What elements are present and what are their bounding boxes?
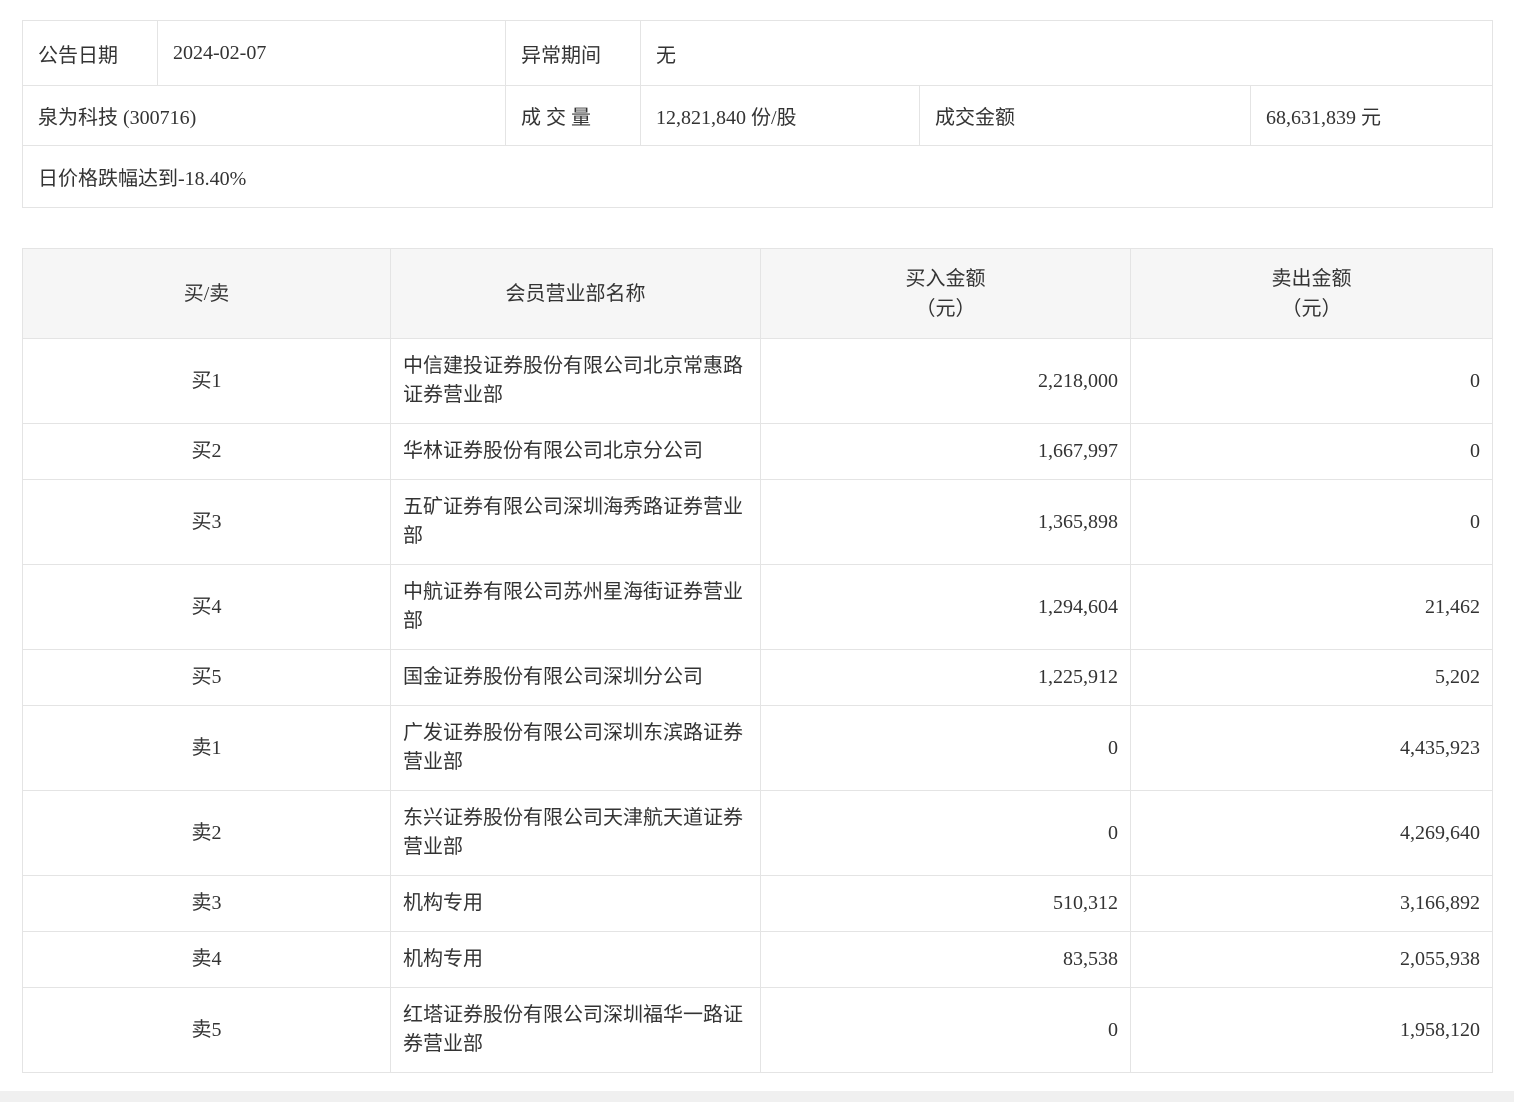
sell-amount-cell: 5,202 (1130, 649, 1493, 706)
turnover-label: 成交金额 (919, 85, 1251, 146)
info-row-reason: 日价格跌幅达到-18.40% (22, 145, 1493, 208)
sell-amount-cell: 4,435,923 (1130, 705, 1493, 791)
branch-name-cell: 红塔证券股份有限公司深圳福华一路证券营业部 (390, 987, 761, 1073)
sell-amount-cell: 21,462 (1130, 564, 1493, 650)
disclosure-page: 公告日期 2024-02-07 异常期间 无 泉为科技 (300716) 成 交… (0, 0, 1514, 1102)
branch-name-cell: 广发证券股份有限公司深圳东滨路证券营业部 (390, 705, 761, 791)
buy-amount-cell: 0 (760, 790, 1131, 876)
branch-name-cell: 华林证券股份有限公司北京分公司 (390, 423, 761, 480)
table-row: 卖1 广发证券股份有限公司深圳东滨路证券营业部 0 4,435,923 (22, 705, 1493, 791)
buy-amount-cell: 1,225,912 (760, 649, 1131, 706)
sell-amount-cell: 0 (1130, 338, 1493, 424)
branch-name-cell: 中信建投证券股份有限公司北京常惠路证券营业部 (390, 338, 761, 424)
col-header-branch: 会员营业部名称 (390, 248, 761, 339)
col-header-buy-amount: 买入金额 （元） (760, 248, 1131, 339)
volume-value: 12,821,840 份/股 (640, 85, 920, 146)
broker-ranking-table: 买/卖 会员营业部名称 买入金额 （元） 卖出金额 （元） 买1 中信建投证券股… (22, 248, 1493, 1073)
branch-name-cell: 五矿证券有限公司深圳海秀路证券营业部 (390, 479, 761, 565)
buy-amount-cell: 0 (760, 705, 1131, 791)
sell-amount-cell: 2,055,938 (1130, 931, 1493, 988)
side-cell: 卖1 (22, 705, 391, 791)
next-section-strip (0, 1091, 1514, 1102)
col-header-buy-line2: （元） (915, 297, 976, 320)
branch-name-cell: 中航证券有限公司苏州星海街证券营业部 (390, 564, 761, 650)
branch-name-cell: 机构专用 (390, 875, 761, 932)
col-header-side: 买/卖 (22, 248, 391, 339)
turnover-value: 68,631,839 元 (1250, 85, 1493, 146)
buy-amount-cell: 0 (760, 987, 1131, 1073)
side-cell: 买5 (22, 649, 391, 706)
table-row: 买3 五矿证券有限公司深圳海秀路证券营业部 1,365,898 0 (22, 479, 1493, 565)
side-cell: 买3 (22, 479, 391, 565)
col-header-sell-amount: 卖出金额 （元） (1130, 248, 1493, 339)
table-row: 买2 华林证券股份有限公司北京分公司 1,667,997 0 (22, 423, 1493, 480)
info-row-date: 公告日期 2024-02-07 异常期间 无 (22, 20, 1493, 86)
info-row-stock: 泉为科技 (300716) 成 交 量 12,821,840 份/股 成交金额 … (22, 85, 1493, 146)
abnormal-period-value: 无 (640, 20, 1493, 86)
table-row: 买4 中航证券有限公司苏州星海街证券营业部 1,294,604 21,462 (22, 564, 1493, 650)
side-cell: 卖4 (22, 931, 391, 988)
stock-info-table: 公告日期 2024-02-07 异常期间 无 泉为科技 (300716) 成 交… (22, 20, 1493, 208)
side-cell: 卖5 (22, 987, 391, 1073)
table-row: 买5 国金证券股份有限公司深圳分公司 1,225,912 5,202 (22, 649, 1493, 706)
table-header-row: 买/卖 会员营业部名称 买入金额 （元） 卖出金额 （元） (22, 248, 1493, 339)
buy-amount-cell: 1,667,997 (760, 423, 1131, 480)
side-cell: 卖2 (22, 790, 391, 876)
side-cell: 卖3 (22, 875, 391, 932)
table-row: 卖5 红塔证券股份有限公司深圳福华一路证券营业部 0 1,958,120 (22, 987, 1493, 1073)
abnormal-period-label: 异常期间 (505, 20, 641, 86)
buy-amount-cell: 1,294,604 (760, 564, 1131, 650)
col-header-sell-line2: （元） (1281, 297, 1342, 320)
announce-date-label: 公告日期 (22, 20, 158, 86)
branch-name-cell: 机构专用 (390, 931, 761, 988)
sell-amount-cell: 0 (1130, 423, 1493, 480)
table-row: 买1 中信建投证券股份有限公司北京常惠路证券营业部 2,218,000 0 (22, 338, 1493, 424)
col-header-buy-line1: 买入金额 (905, 267, 986, 290)
branch-name-cell: 国金证券股份有限公司深圳分公司 (390, 649, 761, 706)
volume-label: 成 交 量 (505, 85, 641, 146)
side-cell: 买2 (22, 423, 391, 480)
buy-amount-cell: 83,538 (760, 931, 1131, 988)
sell-amount-cell: 4,269,640 (1130, 790, 1493, 876)
col-header-sell-line1: 卖出金额 (1271, 267, 1352, 290)
buy-amount-cell: 2,218,000 (760, 338, 1131, 424)
table-row: 卖3 机构专用 510,312 3,166,892 (22, 875, 1493, 932)
buy-amount-cell: 510,312 (760, 875, 1131, 932)
announce-date-value: 2024-02-07 (157, 20, 506, 86)
branch-name-cell: 东兴证券股份有限公司天津航天道证券营业部 (390, 790, 761, 876)
table-row: 卖4 机构专用 83,538 2,055,938 (22, 931, 1493, 988)
sell-amount-cell: 1,958,120 (1130, 987, 1493, 1073)
abnormal-reason-text: 日价格跌幅达到-18.40% (22, 145, 1493, 208)
sell-amount-cell: 0 (1130, 479, 1493, 565)
stock-name: 泉为科技 (300716) (22, 85, 506, 146)
buy-amount-cell: 1,365,898 (760, 479, 1131, 565)
table-row: 卖2 东兴证券股份有限公司天津航天道证券营业部 0 4,269,640 (22, 790, 1493, 876)
side-cell: 买4 (22, 564, 391, 650)
sell-amount-cell: 3,166,892 (1130, 875, 1493, 932)
side-cell: 买1 (22, 338, 391, 424)
